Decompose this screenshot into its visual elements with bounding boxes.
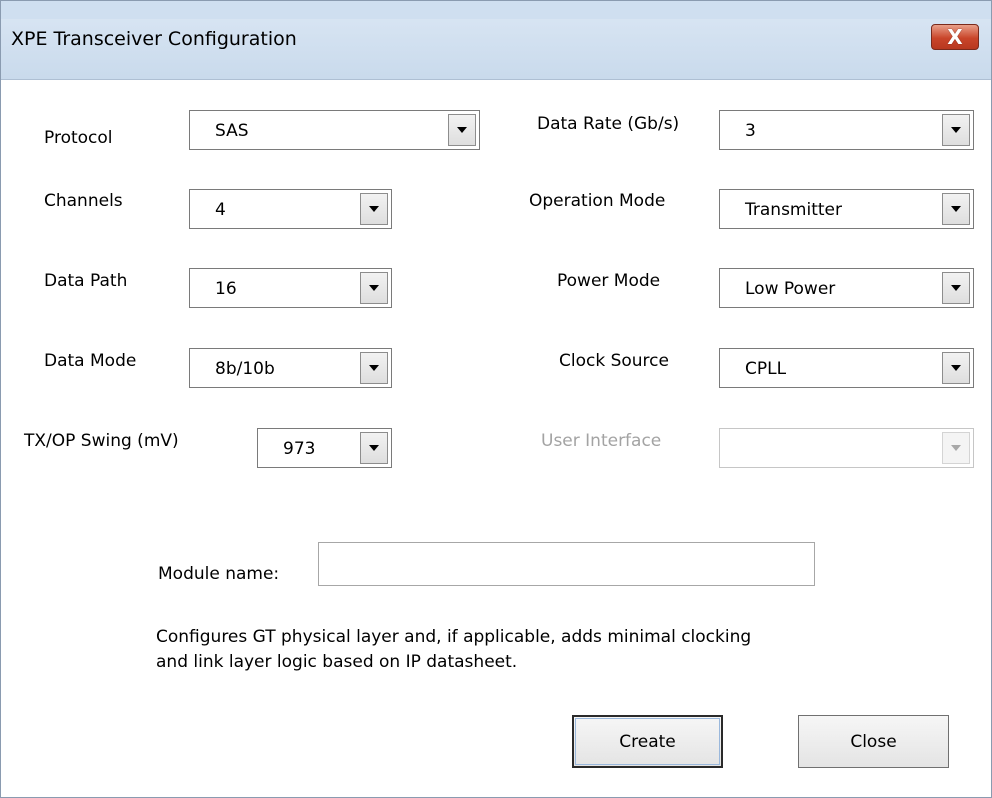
data-mode-dropdown[interactable]: 8b/10b (189, 348, 392, 388)
chevron-down-icon (457, 127, 467, 133)
chevron-down-icon (951, 445, 961, 451)
channels-dropdown[interactable]: 4 (189, 189, 392, 229)
tx-swing-value: 973 (283, 439, 316, 459)
chevron-down-icon (951, 285, 961, 291)
power-mode-value: Low Power (745, 279, 836, 299)
chevron-down-icon (951, 127, 961, 133)
protocol-dropdown[interactable]: SAS (189, 110, 480, 150)
chevron-down-icon (369, 365, 379, 371)
data-path-dropdown-button[interactable] (360, 272, 388, 304)
operation-mode-label: Operation Mode (529, 191, 666, 211)
title-bar: XPE Transceiver Configuration X (1, 1, 991, 80)
data-rate-dropdown[interactable]: 3 (719, 110, 974, 150)
user-interface-label: User Interface (541, 431, 662, 451)
title-bar-top-strip (1, 1, 991, 19)
description-line-2: and link layer logic based on IP datashe… (156, 652, 518, 672)
clock-source-value: CPLL (745, 359, 787, 379)
window-title: XPE Transceiver Configuration (11, 28, 297, 50)
data-path-dropdown[interactable]: 16 (189, 268, 392, 308)
user-interface-dropdown (719, 428, 974, 468)
power-mode-dropdown[interactable]: Low Power (719, 268, 974, 308)
module-name-input[interactable] (318, 542, 815, 586)
protocol-label: Protocol (44, 128, 113, 148)
close-icon: X (947, 25, 963, 49)
clock-source-label: Clock Source (559, 351, 669, 371)
chevron-down-icon (369, 285, 379, 291)
data-rate-label: Data Rate (Gb/s) (537, 114, 680, 134)
channels-label: Channels (44, 191, 123, 211)
close-window-button[interactable]: X (931, 24, 979, 50)
user-interface-dropdown-button (942, 432, 970, 464)
tx-swing-label: TX/OP Swing (mV) (24, 431, 179, 451)
clock-source-dropdown[interactable]: CPLL (719, 348, 974, 388)
data-rate-value: 3 (745, 121, 756, 141)
operation-mode-dropdown[interactable]: Transmitter (719, 189, 974, 229)
data-path-value: 16 (215, 279, 237, 299)
description-line-1: Configures GT physical layer and, if app… (156, 627, 752, 647)
data-mode-value: 8b/10b (215, 359, 275, 379)
data-path-label: Data Path (44, 271, 128, 291)
chevron-down-icon (951, 365, 961, 371)
protocol-value: SAS (215, 121, 249, 141)
channels-dropdown-button[interactable] (360, 193, 388, 225)
data-mode-label: Data Mode (44, 351, 137, 371)
description-text: Configures GT physical layer and, if app… (156, 625, 856, 675)
tx-swing-dropdown[interactable]: 973 (257, 428, 392, 468)
data-rate-dropdown-button[interactable] (942, 114, 970, 146)
module-name-label: Module name: (158, 564, 280, 584)
operation-mode-value: Transmitter (745, 200, 842, 220)
dialog-window: XPE Transceiver Configuration X Protocol… (0, 0, 992, 798)
protocol-dropdown-button[interactable] (448, 114, 476, 146)
close-button[interactable]: Close (798, 715, 949, 768)
chevron-down-icon (369, 206, 379, 212)
power-mode-label: Power Mode (557, 271, 661, 291)
operation-mode-dropdown-button[interactable] (942, 193, 970, 225)
create-button[interactable]: Create (572, 715, 723, 768)
power-mode-dropdown-button[interactable] (942, 272, 970, 304)
chevron-down-icon (951, 206, 961, 212)
tx-swing-dropdown-button[interactable] (360, 432, 388, 464)
clock-source-dropdown-button[interactable] (942, 352, 970, 384)
channels-value: 4 (215, 200, 226, 220)
data-mode-dropdown-button[interactable] (360, 352, 388, 384)
chevron-down-icon (369, 445, 379, 451)
